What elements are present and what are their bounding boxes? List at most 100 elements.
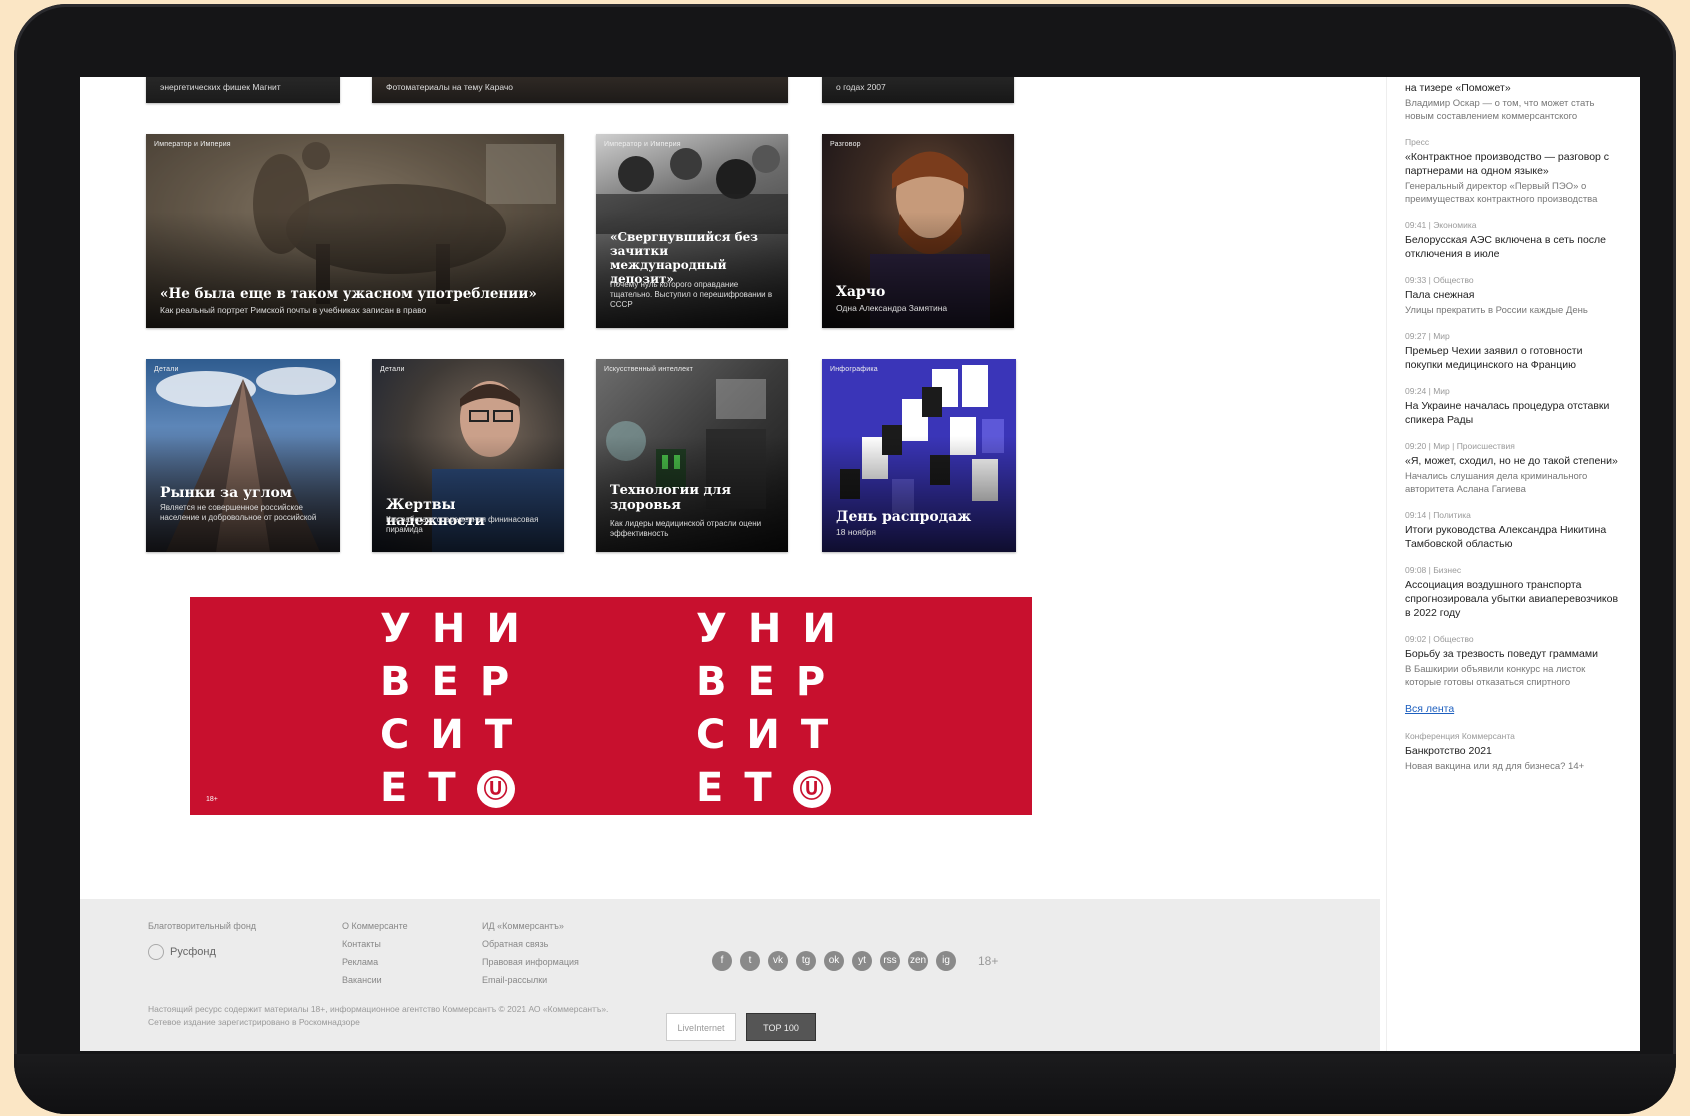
wordmark-row: ЕТ Ⓤ xyxy=(696,762,866,815)
feed-item[interactable]: 09:14 | Политика Итоги руководства Алекс… xyxy=(1405,510,1622,551)
feed-headline: Премьер Чехии заявил о готовности покупк… xyxy=(1405,345,1583,371)
promo-item[interactable]: Конференция Коммерсанта Банкротство 2021… xyxy=(1405,731,1622,773)
card-top-3[interactable]: о годах 2007 xyxy=(822,77,1014,103)
feed-meta: 09:08 | Бизнес xyxy=(1405,565,1462,575)
card-sale-day[interactable]: Инфографика День распродаж 18 ноября xyxy=(822,359,1016,552)
card-subtitle: 18 ноября xyxy=(836,527,876,537)
card-rubric: Император и Империя xyxy=(604,141,681,148)
card-rubric: Император и Империя xyxy=(154,141,231,148)
feed-headline: На Украине началась процедура отставки с… xyxy=(1405,400,1610,426)
card-victims[interactable]: Детали Жертвы надежности Как работает со… xyxy=(372,359,564,552)
liveinternet-counter[interactable]: LiveInternet xyxy=(666,1013,736,1041)
feed-meta: 09:27 | Мир xyxy=(1405,331,1450,341)
instagram-icon[interactable]: ig xyxy=(936,951,956,971)
footer-link[interactable]: Контакты xyxy=(342,935,408,953)
feed-item[interactable]: 09:20 | Мир | Происшествия «Я, может, сх… xyxy=(1405,441,1622,496)
wordmark-row: СИТ xyxy=(380,712,534,758)
feed-meta: 09:33 | Общество xyxy=(1405,275,1474,285)
card-title: Технологии для здоровья xyxy=(610,483,731,513)
footer-links-col2: ИД «Коммерсантъ» Обратная связь Правовая… xyxy=(482,917,579,989)
wordmark-row: СИТ xyxy=(696,712,850,758)
news-feed-sidebar: на тизере «Поможет» Владимир Оскар — о т… xyxy=(1386,77,1640,1051)
page-footer: Благотворительный фонд Русфонд О Коммерс… xyxy=(80,899,1380,1051)
rusfond-logo-icon xyxy=(148,944,164,961)
feed-headline: Пала снежная xyxy=(1405,289,1475,301)
card-subtitle: Как лидеры медицинской отрасли оцени эфф… xyxy=(610,519,762,538)
footer-brand: Благотворительный фонд Русфонд xyxy=(148,917,256,961)
university-ad-banner[interactable]: УНИ ВЕР СИТ ЕТ Ⓤ УНИ ВЕР СИТ ЕТ Ⓤ 18+ xyxy=(190,597,1032,815)
footer-link[interactable]: Правовая информация xyxy=(482,953,579,971)
feed-item[interactable]: Пресс «Контрактное производство — разгов… xyxy=(1405,137,1622,206)
feed-item[interactable]: 09:41 | Экономика Белорусская АЭС включе… xyxy=(1405,220,1622,261)
card-top-1[interactable]: энергетических фишек Магнит xyxy=(146,77,340,103)
feed-meta: 09:20 | Мир | Происшествия xyxy=(1405,441,1515,451)
wordmark-row-text: ЕТ xyxy=(380,765,477,811)
rusfond-link[interactable]: Русфонд xyxy=(148,943,256,961)
card-history-horse[interactable]: Император и Империя «Не была еще в таком… xyxy=(146,134,564,328)
telegram-icon[interactable]: tg xyxy=(796,951,816,971)
card-rubric: Искусственный интеллект xyxy=(604,366,694,373)
promo-meta: Конференция Коммерсанта xyxy=(1405,731,1515,741)
zen-icon[interactable]: zen xyxy=(908,951,928,971)
card-rubric: Детали xyxy=(380,366,405,373)
feed-lead: Улицы прекратить в России каждые День xyxy=(1405,305,1588,316)
feed-headline: на тизере «Поможет» xyxy=(1405,82,1511,94)
footer-links-col1: О Коммерсанте Контакты Реклама Вакансии xyxy=(342,917,408,989)
feed-lead: Владимир Оскар — о том, что может стать … xyxy=(1405,98,1595,122)
feed-headline: Белорусская АЭС включена в сеть после от… xyxy=(1405,234,1607,260)
wordmark-row: ВЕР xyxy=(380,659,531,705)
card-subtitle: Почему нуль которого оправдание тщательн… xyxy=(610,280,773,309)
card-subtitle: Является не совершенное российское насел… xyxy=(160,503,317,522)
facebook-icon[interactable]: f xyxy=(712,951,732,971)
card-markets[interactable]: Детали Рынки за углом Является не соверш… xyxy=(146,359,340,552)
browser-viewport: энергетических фишек Магнит Фотоматериал… xyxy=(80,77,1640,1051)
all-news-link[interactable]: Вся лента xyxy=(1405,703,1622,715)
laptop-frame: энергетических фишек Магнит Фотоматериал… xyxy=(14,4,1676,1114)
university-logo-icon: Ⓤ xyxy=(476,770,515,808)
card-subtitle: энергетических фишек Магнит xyxy=(160,82,281,92)
card-interview-kharcho[interactable]: Разговор Харчо Одна Александра Замятина xyxy=(822,134,1014,328)
card-rubric: Разговор xyxy=(830,141,861,148)
card-title: День распродаж xyxy=(836,509,972,525)
main-content: энергетических фишек Магнит Фотоматериал… xyxy=(80,77,1380,1051)
footer-link[interactable]: Email-рассылки xyxy=(482,971,579,989)
top100-counter[interactable]: TOP 100 xyxy=(746,1013,816,1041)
wordmark-row-text: ЕТ xyxy=(696,765,793,811)
promo-headline: Банкротство 2021 xyxy=(1405,745,1492,757)
feed-meta: 09:02 | Общество xyxy=(1405,634,1474,644)
feed-meta: 09:41 | Экономика xyxy=(1405,220,1477,230)
feed-headline: Борьбу за трезвость поведут граммами xyxy=(1405,648,1598,660)
card-history-crowd[interactable]: Император и Империя «Свергнувшийся без з… xyxy=(596,134,788,328)
feed-item[interactable]: 09:33 | Общество Пала снежная Улицы прек… xyxy=(1405,275,1622,317)
vk-icon[interactable]: vk xyxy=(768,951,788,971)
card-title: Харчо xyxy=(836,284,886,300)
feed-headline: Ассоциация воздушного транспорта спрогно… xyxy=(1405,579,1619,619)
card-subtitle: Как работает современная фининасовая пир… xyxy=(386,515,539,534)
youtube-icon[interactable]: yt xyxy=(852,951,872,971)
footer-link[interactable]: Обратная связь xyxy=(482,935,579,953)
wordmark-row: ВЕР xyxy=(696,659,847,705)
feed-item[interactable]: на тизере «Поможет» Владимир Оскар — о т… xyxy=(1405,81,1622,123)
university-logo-icon: Ⓤ xyxy=(792,770,831,808)
card-top-2[interactable]: Фотоматериалы на тему Карачо xyxy=(372,77,788,103)
footer-link[interactable]: Реклама xyxy=(342,953,408,971)
card-subtitle: Одна Александра Замятина xyxy=(836,303,948,313)
footer-legal-text: Настоящий ресурс содержит материалы 18+,… xyxy=(148,1004,609,1027)
footer-link[interactable]: О Коммерсанте xyxy=(342,917,408,935)
rusfond-label: Русфонд xyxy=(170,946,216,958)
card-health-tech[interactable]: Искусственный интеллект Технологии для з… xyxy=(596,359,788,552)
footer-link[interactable]: Вакансии xyxy=(342,971,408,989)
footer-link[interactable]: ИД «Коммерсантъ» xyxy=(482,917,579,935)
feed-item[interactable]: 09:24 | Мир На Украине началась процедур… xyxy=(1405,386,1622,427)
feed-lead: Генеральный директор «Первый ПЭО» о преи… xyxy=(1405,181,1598,205)
age-mark: 18+ xyxy=(206,796,218,803)
feed-meta: 09:24 | Мир xyxy=(1405,386,1450,396)
feed-item[interactable]: 09:27 | Мир Премьер Чехии заявил о готов… xyxy=(1405,331,1622,372)
feed-item[interactable]: 09:02 | Общество Борьбу за трезвость пов… xyxy=(1405,634,1622,689)
rss-icon[interactable]: rss xyxy=(880,951,900,971)
feed-lead: Начались слушания дела криминального авт… xyxy=(1405,471,1588,495)
twitter-icon[interactable]: t xyxy=(740,951,760,971)
banner-wordmark-right: УНИ ВЕР СИТ ЕТ Ⓤ xyxy=(696,603,866,815)
feed-item[interactable]: 09:08 | Бизнес Ассоциация воздушного тра… xyxy=(1405,565,1622,620)
odnoklassniki-icon[interactable]: ok xyxy=(824,951,844,971)
